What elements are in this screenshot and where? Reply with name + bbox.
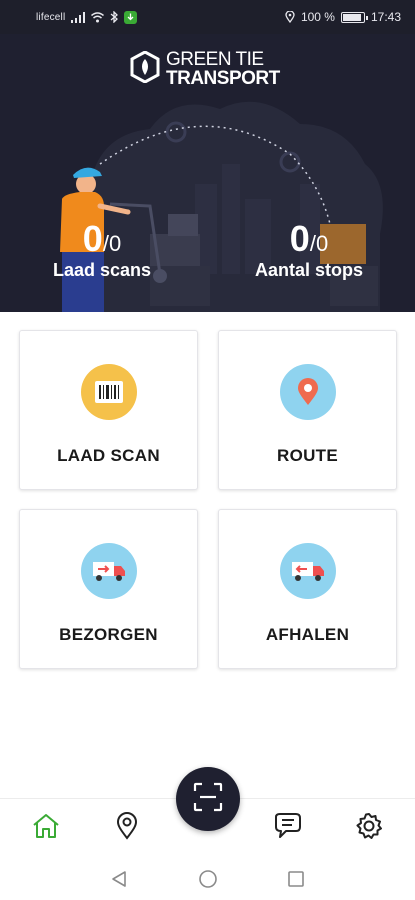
brand-line1: GREEN TIE bbox=[166, 49, 264, 70]
stops-value: 0 bbox=[289, 218, 310, 259]
shield-logo-icon bbox=[130, 49, 160, 88]
home-icon[interactable] bbox=[31, 811, 61, 841]
pickup-truck-icon bbox=[279, 543, 336, 599]
scans-label: Laad scans bbox=[52, 260, 152, 280]
signal-icon bbox=[71, 11, 86, 23]
tile-label: AFHALEN bbox=[265, 625, 350, 644]
stops-label: Aantal stops bbox=[254, 260, 364, 280]
tile-label: ROUTE bbox=[277, 446, 338, 465]
home-system-icon[interactable] bbox=[197, 868, 219, 890]
route-tile[interactable]: ROUTE bbox=[218, 330, 397, 490]
recents-icon[interactable] bbox=[285, 868, 307, 890]
scans-value: 0 bbox=[82, 218, 103, 259]
scans-counter: 0/0 Laad scans bbox=[48, 218, 156, 281]
scan-icon bbox=[193, 782, 223, 817]
tile-label: LAAD SCAN bbox=[57, 446, 160, 465]
map-pin-icon[interactable] bbox=[112, 811, 142, 841]
location-status-icon bbox=[285, 11, 295, 23]
deliver-tile[interactable]: BEZORGEN bbox=[19, 509, 198, 669]
wifi-icon bbox=[91, 11, 105, 23]
brand-line2: TRANSPORT bbox=[166, 68, 280, 89]
status-bar: lifecell 100 % 17:43 bbox=[0, 0, 415, 34]
settings-icon[interactable] bbox=[354, 811, 384, 841]
battery-percent: 100 % bbox=[300, 10, 335, 24]
brand-logo: GREEN TIE TRANSPORT bbox=[130, 49, 280, 89]
chat-icon[interactable] bbox=[272, 811, 302, 841]
dashboard-header: GREEN TIE TRANSPORT 0/0 Laad scans 0/0 A… bbox=[0, 34, 415, 312]
scans-total: /0 bbox=[102, 231, 122, 256]
stops-counter: 0/0 Aantal stops bbox=[250, 218, 368, 281]
clock: 17:43 bbox=[370, 10, 401, 24]
bluetooth-icon bbox=[110, 11, 119, 23]
battery-icon bbox=[340, 11, 368, 23]
location-pin-icon bbox=[279, 364, 336, 420]
carrier-name: lifecell bbox=[36, 11, 66, 23]
load-scan-tile[interactable]: LAAD SCAN bbox=[19, 330, 198, 490]
pickup-tile[interactable]: AFHALEN bbox=[218, 509, 397, 669]
stops-total: /0 bbox=[309, 231, 329, 256]
tile-label: BEZORGEN bbox=[59, 625, 158, 644]
back-icon[interactable] bbox=[108, 868, 130, 890]
delivery-truck-icon bbox=[80, 543, 137, 599]
system-navigation-bar bbox=[0, 856, 415, 900]
barcode-icon bbox=[80, 364, 137, 420]
app-notification-icon bbox=[124, 10, 138, 24]
scan-button[interactable] bbox=[176, 767, 240, 831]
